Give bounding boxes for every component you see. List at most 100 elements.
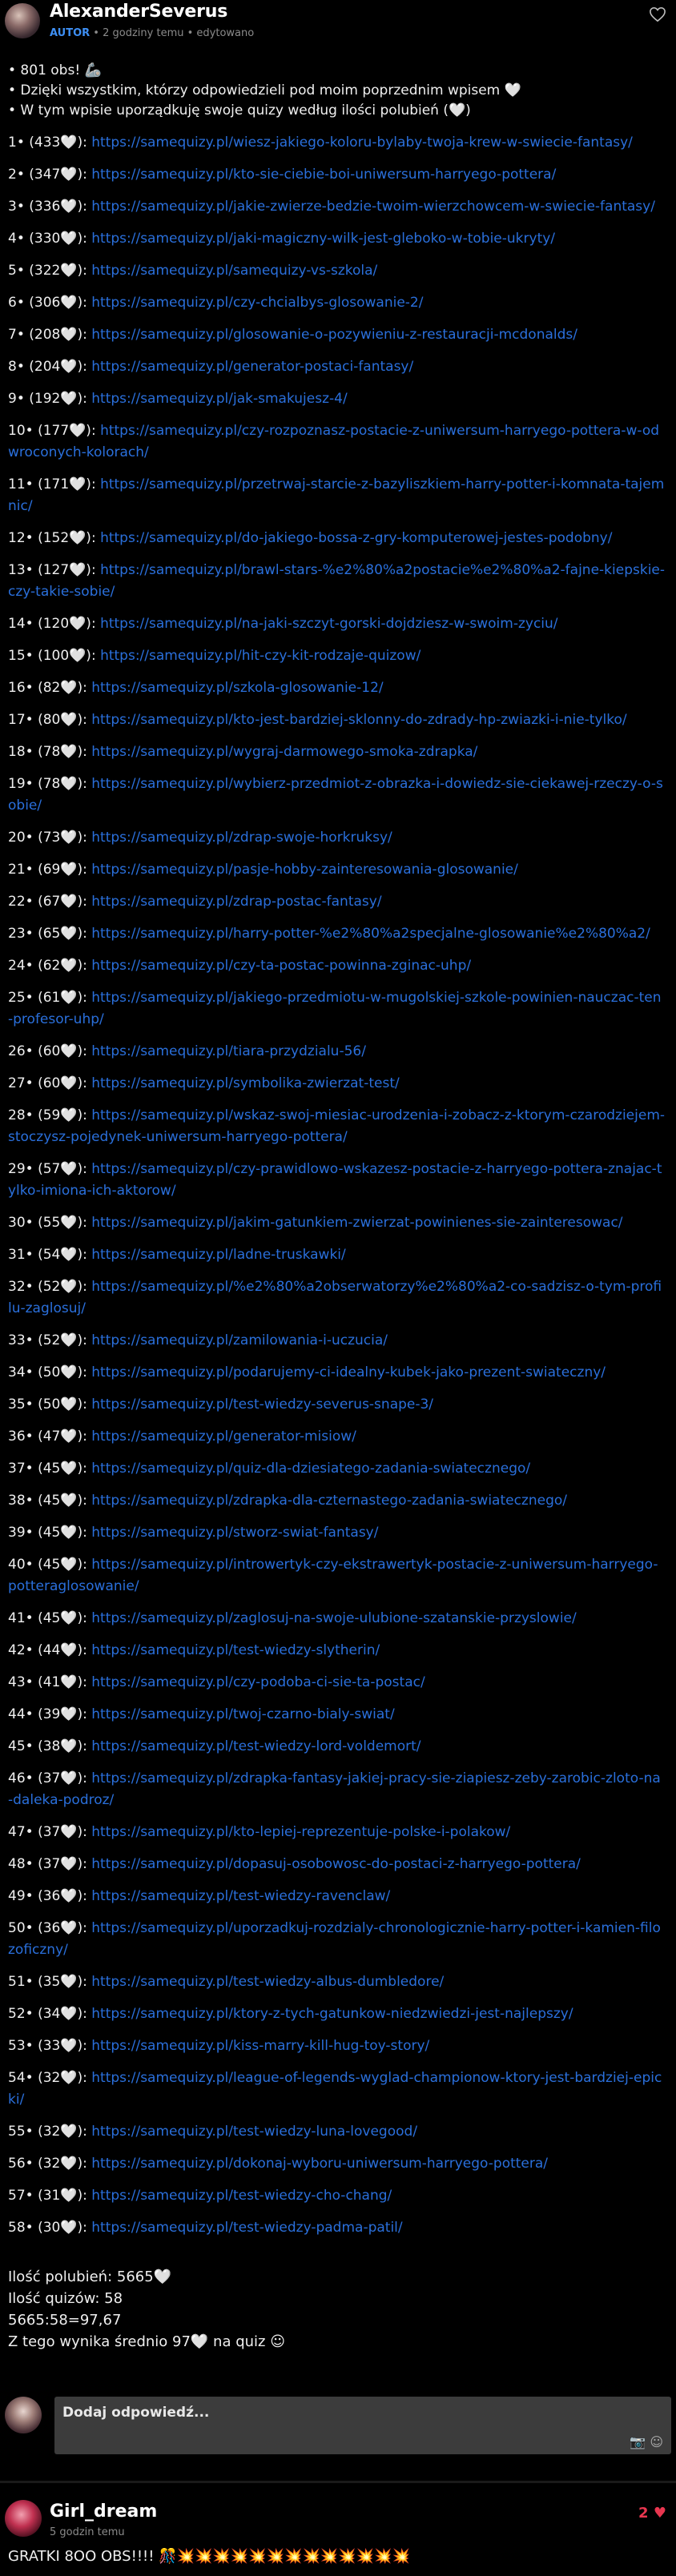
quiz-link[interactable]: https://samequizy.pl/introwertyk-czy-eks… (8, 1557, 658, 1594)
quiz-link[interactable]: https://samequizy.pl/wiesz-jakiego-kolor… (91, 135, 633, 151)
quiz-link[interactable]: https://samequizy.pl/do-jakiego-bossa-z-… (100, 530, 612, 546)
quiz-link[interactable]: https://samequizy.pl/hit-czy-kit-rodzaje… (100, 648, 420, 664)
quiz-link[interactable]: https://samequizy.pl/czy-rozpoznasz-post… (8, 423, 659, 460)
quiz-link[interactable]: https://samequizy.pl/harry-potter-%e2%80… (91, 926, 650, 942)
quiz-link[interactable]: https://samequizy.pl/zdrap-postac-fantas… (91, 894, 381, 910)
quiz-rank-likes: 7• (208🤍): (8, 327, 87, 343)
quiz-link[interactable]: https://samequizy.pl/dopasuj-osobowosc-d… (91, 1856, 581, 1872)
quiz-rank-likes: 14• (120🤍): (8, 616, 96, 632)
quiz-link[interactable]: https://samequizy.pl/test-wiedzy-cho-cha… (91, 2188, 392, 2204)
quiz-item: 46• (37🤍): https://samequizy.pl/zdrapka-… (8, 1768, 665, 1811)
reply-input[interactable]: Dodaj odpowiedź... 📷 ☺ (54, 2397, 671, 2454)
quiz-link[interactable]: https://samequizy.pl/test-wiedzy-ravencl… (91, 1888, 390, 1904)
quiz-link[interactable]: https://samequizy.pl/kiss-marry-kill-hug… (91, 2038, 429, 2054)
quiz-link[interactable]: https://samequizy.pl/szkola-glosowanie-1… (91, 680, 383, 696)
quiz-item: 9• (192🤍): https://samequizy.pl/jak-smak… (8, 388, 665, 410)
quiz-link[interactable]: https://samequizy.pl/test-wiedzy-luna-lo… (91, 2124, 417, 2140)
quiz-link[interactable]: https://samequizy.pl/zdrapka-fantasy-jak… (8, 1770, 661, 1808)
quiz-link[interactable]: https://samequizy.pl/zdrapka-dla-czterna… (91, 1493, 567, 1509)
quiz-link[interactable]: https://samequizy.pl/generator-misiow/ (91, 1429, 356, 1445)
quiz-link[interactable]: https://samequizy.pl/test-wiedzy-severus… (91, 1397, 433, 1413)
quiz-link[interactable]: https://samequizy.pl/league-of-legends-w… (8, 2070, 662, 2108)
quiz-item: 23• (65🤍): https://samequizy.pl/harry-po… (8, 923, 665, 945)
quiz-link[interactable]: https://samequizy.pl/ladne-truskawki/ (91, 1247, 345, 1263)
quiz-item: 5• (322🤍): https://samequizy.pl/samequiz… (8, 260, 665, 282)
quiz-rank-likes: 27• (60🤍): (8, 1075, 87, 1091)
quiz-link[interactable]: https://samequizy.pl/symbolika-zwierzat-… (91, 1075, 399, 1091)
quiz-link[interactable]: https://samequizy.pl/jaki-magiczny-wilk-… (91, 231, 555, 247)
quiz-link[interactable]: https://samequizy.pl/test-wiedzy-padma-p… (91, 2220, 402, 2236)
quiz-link[interactable]: https://samequizy.pl/przetrwaj-starcie-z… (8, 476, 664, 514)
meta-dot: • (93, 27, 103, 39)
quiz-link[interactable]: https://samequizy.pl/generator-postaci-f… (91, 359, 413, 375)
quiz-rank-likes: 34• (50🤍): (8, 1364, 87, 1380)
quiz-link[interactable]: https://samequizy.pl/ktory-z-tych-gatunk… (91, 2006, 573, 2022)
intro-line: • 801 obs! 🦾 (8, 62, 102, 78)
quiz-link[interactable]: https://samequizy.pl/wskaz-swoj-miesiac-… (8, 1107, 665, 1145)
divider (0, 2481, 676, 2483)
quiz-rank-likes: 37• (45🤍): (8, 1461, 87, 1477)
quiz-rank-likes: 18• (78🤍): (8, 744, 87, 760)
quiz-item: 3• (336🤍): https://samequizy.pl/jakie-zw… (8, 196, 665, 218)
quiz-link[interactable]: https://samequizy.pl/zaglosuj-na-swoje-u… (91, 1610, 576, 1626)
quiz-item: 16• (82🤍): https://samequizy.pl/szkola-g… (8, 677, 665, 699)
quiz-link[interactable]: https://samequizy.pl/jak-smakujesz-4/ (91, 391, 347, 407)
quiz-link[interactable]: https://samequizy.pl/test-wiedzy-albus-d… (91, 1974, 444, 1990)
quiz-item: 34• (50🤍): https://samequizy.pl/podaruje… (8, 1362, 665, 1384)
quiz-link[interactable]: https://samequizy.pl/zdrap-swoje-horkruk… (91, 830, 392, 846)
author-avatar[interactable] (5, 3, 40, 38)
quiz-item: 48• (37🤍): https://samequizy.pl/dopasuj-… (8, 1854, 665, 1875)
quiz-item: 50• (36🤍): https://samequizy.pl/uporzadk… (8, 1918, 665, 1961)
comment-username[interactable]: Girl_dream (50, 2502, 157, 2522)
quiz-link[interactable]: https://samequizy.pl/test-wiedzy-slyther… (91, 1642, 380, 1658)
quiz-link[interactable]: https://samequizy.pl/czy-prawidlowo-wska… (8, 1161, 662, 1199)
quiz-link[interactable]: https://samequizy.pl/czy-ta-postac-powin… (91, 958, 471, 974)
quiz-link[interactable]: https://samequizy.pl/jakim-gatunkiem-zwi… (91, 1215, 622, 1231)
quiz-link[interactable]: https://samequizy.pl/czy-podoba-ci-sie-t… (91, 1674, 425, 1690)
author-username[interactable]: AlexanderSeverus (50, 2, 227, 22)
quiz-link[interactable]: https://samequizy.pl/dokonaj-wyboru-uniw… (91, 2156, 548, 2172)
quiz-rank-likes: 46• (37🤍): (8, 1770, 87, 1786)
quiz-item: 29• (57🤍): https://samequizy.pl/czy-praw… (8, 1159, 665, 1202)
filled-heart-icon[interactable]: ♥ (654, 2505, 666, 2522)
quiz-rank-likes: 8• (204🤍): (8, 359, 87, 375)
emoji-icon[interactable]: ☺ (650, 2434, 663, 2449)
quiz-link[interactable]: https://samequizy.pl/na-jaki-szczyt-gors… (100, 616, 557, 632)
comment-likes[interactable]: 2 ♥ (638, 2505, 666, 2522)
quiz-link[interactable]: https://samequizy.pl/%e2%80%a2obserwator… (8, 1279, 662, 1316)
comment-avatar[interactable] (5, 2500, 42, 2537)
quiz-link[interactable]: https://samequizy.pl/tiara-przydzialu-56… (91, 1043, 366, 1059)
quiz-link[interactable]: https://samequizy.pl/pasje-hobby-zainter… (91, 862, 518, 878)
quiz-link[interactable]: https://samequizy.pl/samequizy-vs-szkola… (91, 263, 377, 279)
quiz-link[interactable]: https://samequizy.pl/jakiego-przedmiotu-… (8, 990, 662, 1027)
quiz-rank-likes: 45• (38🤍): (8, 1738, 87, 1754)
quiz-link[interactable]: https://samequizy.pl/podarujemy-ci-ideal… (91, 1364, 606, 1380)
meta-dot: • (187, 27, 197, 39)
quiz-link[interactable]: https://samequizy.pl/wybierz-przedmiot-z… (8, 776, 663, 814)
summary-line: Z tego wynika średnio 97🤍 na quiz ☺ (8, 2333, 285, 2350)
quiz-link[interactable]: https://samequizy.pl/kto-lepiej-reprezen… (91, 1824, 510, 1840)
quiz-link[interactable]: https://samequizy.pl/test-wiedzy-lord-vo… (91, 1738, 420, 1754)
quiz-link[interactable]: https://samequizy.pl/twoj-czarno-bialy-s… (91, 1706, 394, 1722)
quiz-link[interactable]: https://samequizy.pl/quiz-dla-dziesiateg… (91, 1461, 530, 1477)
quiz-link[interactable]: https://samequizy.pl/czy-chcialbys-gloso… (91, 295, 423, 311)
quiz-link[interactable]: https://samequizy.pl/glosowanie-o-pozywi… (91, 327, 577, 343)
quiz-link[interactable]: https://samequizy.pl/wygraj-darmowego-sm… (91, 744, 477, 760)
quiz-rank-likes: 49• (36🤍): (8, 1888, 87, 1904)
quiz-item: 13• (127🤍): https://samequizy.pl/brawl-s… (8, 560, 665, 603)
quiz-rank-likes: 21• (69🤍): (8, 862, 87, 878)
quiz-rank-likes: 54• (32🤍): (8, 2070, 87, 2086)
quiz-link[interactable]: https://samequizy.pl/kto-jest-bardziej-s… (91, 712, 626, 728)
quiz-link[interactable]: https://samequizy.pl/stworz-swiat-fantas… (91, 1525, 378, 1541)
quiz-rank-likes: 53• (33🤍): (8, 2038, 87, 2054)
camera-icon[interactable]: 📷 (630, 2434, 646, 2449)
quiz-rank-likes: 13• (127🤍): (8, 562, 96, 578)
quiz-rank-likes: 38• (45🤍): (8, 1493, 87, 1509)
quiz-link[interactable]: https://samequizy.pl/uporzadkuj-rozdzial… (8, 1920, 661, 1958)
quiz-link[interactable]: https://samequizy.pl/jakie-zwierze-bedzi… (91, 199, 655, 215)
quiz-link[interactable]: https://samequizy.pl/zamilowania-i-uczuc… (91, 1332, 388, 1348)
quiz-link[interactable]: https://samequizy.pl/brawl-stars-%e2%80%… (8, 562, 665, 600)
like-heart-icon[interactable] (649, 6, 666, 22)
quiz-link[interactable]: https://samequizy.pl/kto-sie-ciebie-boi-… (91, 167, 556, 183)
intro-line: • W tym wpisie uporządkuję swoje quizy w… (8, 102, 471, 119)
